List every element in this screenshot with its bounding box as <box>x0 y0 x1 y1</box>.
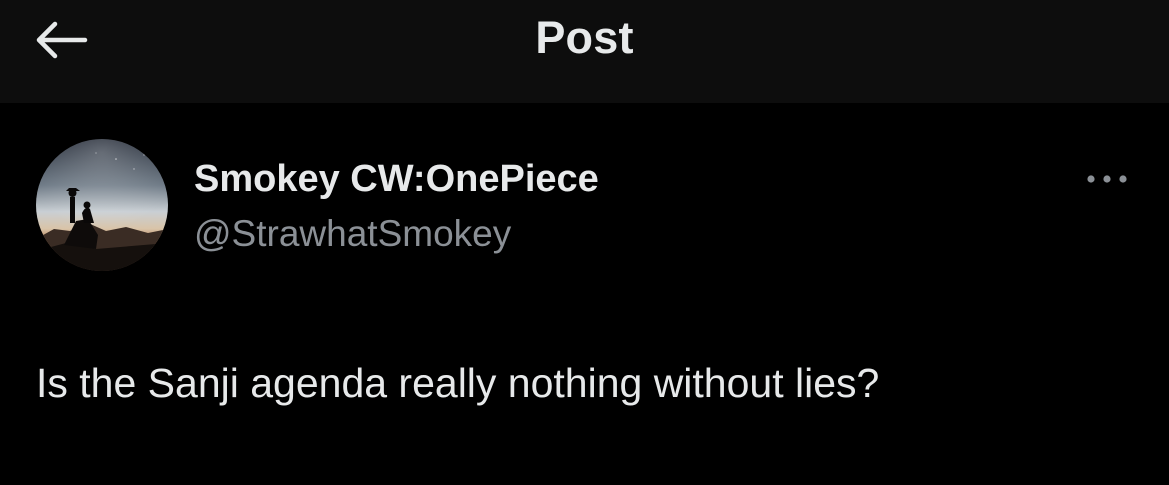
top-navigation-bar: Post <box>0 0 1169 103</box>
post-page: Post Smokey CW:OnePiece @StrawhatSmokey … <box>0 0 1169 485</box>
author-display-name[interactable]: Smokey CW:OnePiece <box>194 156 599 202</box>
more-options-icon <box>1087 175 1127 183</box>
page-title: Post <box>535 12 634 63</box>
more-options-button[interactable] <box>1076 162 1138 196</box>
avatar-image <box>36 139 168 271</box>
post-text: Is the Sanji agenda really nothing witho… <box>36 360 880 406</box>
avatar[interactable] <box>36 139 168 271</box>
author-handle[interactable]: @StrawhatSmokey <box>194 211 511 257</box>
